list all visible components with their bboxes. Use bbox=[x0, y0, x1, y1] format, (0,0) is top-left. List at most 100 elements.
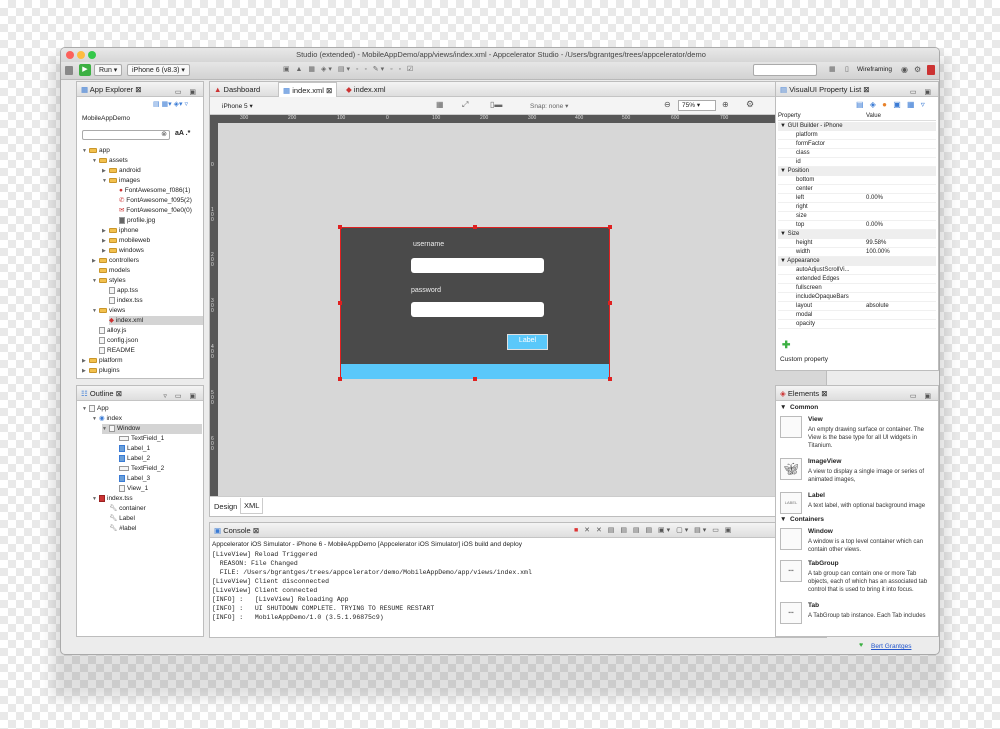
tree-item-iphone[interactable]: ▶ iphone bbox=[102, 226, 139, 236]
resize-handle[interactable] bbox=[608, 301, 612, 305]
property-row[interactable]: includeOpaqueBars bbox=[778, 293, 936, 302]
minimize-window-button[interactable] bbox=[77, 51, 85, 59]
layout-icon[interactable]: ▦ bbox=[829, 65, 836, 73]
run-dropdown[interactable]: Run ▾ bbox=[94, 64, 123, 76]
tree-item-fa-f095[interactable]: ✆ FontAwesome_f095(2) bbox=[119, 196, 192, 205]
resize-handle[interactable] bbox=[608, 225, 612, 229]
tree-item-views[interactable]: ▼ views bbox=[92, 306, 125, 316]
tree-item-readme[interactable]: README bbox=[99, 346, 135, 355]
tree-item-plugins[interactable]: ▶ plugins bbox=[82, 366, 120, 376]
property-value[interactable]: 0.00% bbox=[866, 195, 883, 201]
resize-handle[interactable] bbox=[338, 225, 342, 229]
property-row[interactable]: class bbox=[778, 149, 936, 158]
outline-item-textfield2[interactable]: TextField_2 bbox=[119, 464, 164, 473]
property-row[interactable]: modal bbox=[778, 311, 936, 320]
window-preview[interactable]: username password Label bbox=[338, 225, 612, 381]
explorer-toolbar-icons[interactable]: ▤ ▦▾ ◈▾ ▿ bbox=[153, 100, 188, 108]
close-window-button[interactable] bbox=[66, 51, 74, 59]
tree-item-fa-f0e0[interactable]: ✉ FontAwesome_f0e0(0) bbox=[119, 206, 192, 215]
zoom-select[interactable]: 75% ▾ bbox=[678, 100, 716, 111]
property-row[interactable]: platform bbox=[778, 131, 936, 140]
property-row[interactable]: autoAdjustScrollVi... bbox=[778, 266, 936, 275]
close-tab-icon[interactable]: ⊠ bbox=[253, 526, 259, 535]
property-toolbar-icons[interactable]: ▤ ◈ ● ▣ ▦ ▿ bbox=[856, 100, 927, 109]
panel-controls[interactable]: ▿ ▭ ▣ bbox=[163, 389, 199, 404]
tab-index-xml-active[interactable]: ▦ index.xml ⊠ bbox=[278, 82, 338, 97]
outline-item-label2[interactable]: Label_2 bbox=[119, 454, 150, 463]
username-field[interactable] bbox=[411, 258, 544, 273]
property-group-row[interactable]: ▼ GUI Builder - iPhone bbox=[778, 122, 936, 131]
outline-item-window[interactable]: ▼ Window bbox=[102, 424, 202, 434]
outline-item-label3[interactable]: Label_3 bbox=[119, 474, 150, 483]
tree-item-styles[interactable]: ▼ styles bbox=[92, 276, 126, 286]
element-imageview-name[interactable]: ImageView bbox=[808, 458, 841, 465]
tree-item-assets[interactable]: ▼ assets bbox=[92, 156, 128, 166]
property-row[interactable]: left 0.00% bbox=[778, 194, 936, 203]
property-row[interactable]: size bbox=[778, 212, 936, 221]
property-group-row[interactable]: ▼ Position bbox=[778, 167, 936, 176]
custom-property-label[interactable]: Custom property bbox=[780, 356, 828, 363]
fit-icon[interactable]: ⤢ bbox=[462, 100, 468, 110]
run-icon[interactable]: ▶ bbox=[79, 64, 91, 76]
property-row[interactable]: extended Edges bbox=[778, 275, 936, 284]
property-row[interactable]: height 99.58% bbox=[778, 239, 936, 248]
outline-item-view1[interactable]: View_1 bbox=[119, 484, 148, 493]
tree-item-alloy-js[interactable]: alloy.js bbox=[99, 326, 126, 335]
filter-options[interactable]: aA .* bbox=[175, 130, 190, 137]
tab-index-xml[interactable]: ◆ index.xml bbox=[342, 82, 390, 97]
close-tab-icon[interactable]: ⊠ bbox=[821, 389, 827, 398]
login-label-button[interactable]: Label bbox=[507, 334, 548, 350]
filter-input[interactable]: ⊗ bbox=[82, 130, 170, 140]
outline-item-container[interactable]: 🔧︎ container bbox=[109, 504, 146, 513]
tree-item-profile[interactable]: profile.jpg bbox=[119, 216, 155, 225]
tree-item-mobileweb[interactable]: ▶ mobileweb bbox=[102, 236, 150, 246]
tree-item-controllers[interactable]: ▶ controllers bbox=[92, 256, 139, 266]
tree-item-windows[interactable]: ▶ windows bbox=[102, 246, 144, 256]
add-property-icon[interactable]: ✚ bbox=[782, 340, 790, 351]
property-row[interactable]: center bbox=[778, 185, 936, 194]
panel-controls[interactable]: ▭ ▣ bbox=[910, 389, 934, 404]
close-tab-icon[interactable]: ⊠ bbox=[116, 389, 122, 398]
tab-design[interactable]: Design bbox=[214, 502, 237, 511]
property-row[interactable]: id bbox=[778, 158, 936, 167]
zoom-window-button[interactable] bbox=[88, 51, 96, 59]
property-value[interactable]: 99.58% bbox=[866, 240, 886, 246]
gear-icon[interactable]: ⚙ bbox=[914, 65, 921, 74]
password-label[interactable]: password bbox=[411, 287, 441, 294]
element-window-name[interactable]: Window bbox=[808, 528, 833, 535]
phone-icon[interactable]: ▯ bbox=[845, 65, 849, 73]
element-view-name[interactable]: View bbox=[808, 416, 823, 423]
tab-dashboard[interactable]: ▲ Dashboard bbox=[210, 82, 264, 97]
outline-item-index-tss[interactable]: ▼ index.tss bbox=[92, 494, 133, 504]
resize-handle[interactable] bbox=[473, 377, 477, 381]
property-value[interactable]: 100.00% bbox=[866, 249, 890, 255]
tree-item-app-tss[interactable]: app.tss bbox=[109, 286, 138, 295]
toolbar-icons[interactable]: ▣ ▲ ▦ ◈▾ ▤▾ ◦ ◦ ✎▾ ◦ ◦ ☑ bbox=[283, 65, 463, 75]
element-label-name[interactable]: Label bbox=[808, 492, 825, 499]
property-row[interactable]: right bbox=[778, 203, 936, 212]
outline-item-index[interactable]: ▼ ◉ index bbox=[92, 414, 122, 424]
clear-filter-icon[interactable]: ⊗ bbox=[161, 130, 167, 138]
search-field[interactable] bbox=[753, 64, 817, 76]
property-value[interactable]: absolute bbox=[866, 303, 889, 309]
resize-handle[interactable] bbox=[338, 301, 342, 305]
element-tabgroup-name[interactable]: TabGroup bbox=[808, 560, 839, 567]
resize-handle[interactable] bbox=[338, 377, 342, 381]
tree-item-index-tss[interactable]: index.tss bbox=[109, 296, 143, 305]
outline-item-hash-label[interactable]: 🔧︎ #label bbox=[109, 524, 136, 533]
close-tab-icon[interactable]: ⊠ bbox=[135, 85, 141, 94]
property-row[interactable]: layout absolute bbox=[778, 302, 936, 311]
design-canvas[interactable]: username password Label bbox=[218, 123, 826, 496]
tree-item-app[interactable]: ▼ app bbox=[82, 146, 110, 156]
property-row[interactable]: opacity bbox=[778, 320, 936, 329]
resize-handle[interactable] bbox=[473, 225, 477, 229]
username-label[interactable]: username bbox=[413, 241, 444, 248]
outline-item-label1[interactable]: Label_1 bbox=[119, 444, 150, 453]
help-icon[interactable]: ◉ bbox=[901, 65, 908, 74]
console-toolbar-icons[interactable]: ■ ✕ ✕ ▤ ▤ ▤ ▤ ▣▾ ▢▾ ▤▾ ▭ ▣ bbox=[574, 523, 733, 538]
close-tab-icon[interactable]: ⊠ bbox=[863, 85, 869, 94]
outline-item-app[interactable]: ▼ App bbox=[82, 404, 109, 414]
element-tab-name[interactable]: Tab bbox=[808, 602, 819, 609]
property-value[interactable]: 0.00% bbox=[866, 222, 883, 228]
device-dropdown[interactable]: iPhone 6 (v8.3) ▾ bbox=[127, 64, 190, 76]
